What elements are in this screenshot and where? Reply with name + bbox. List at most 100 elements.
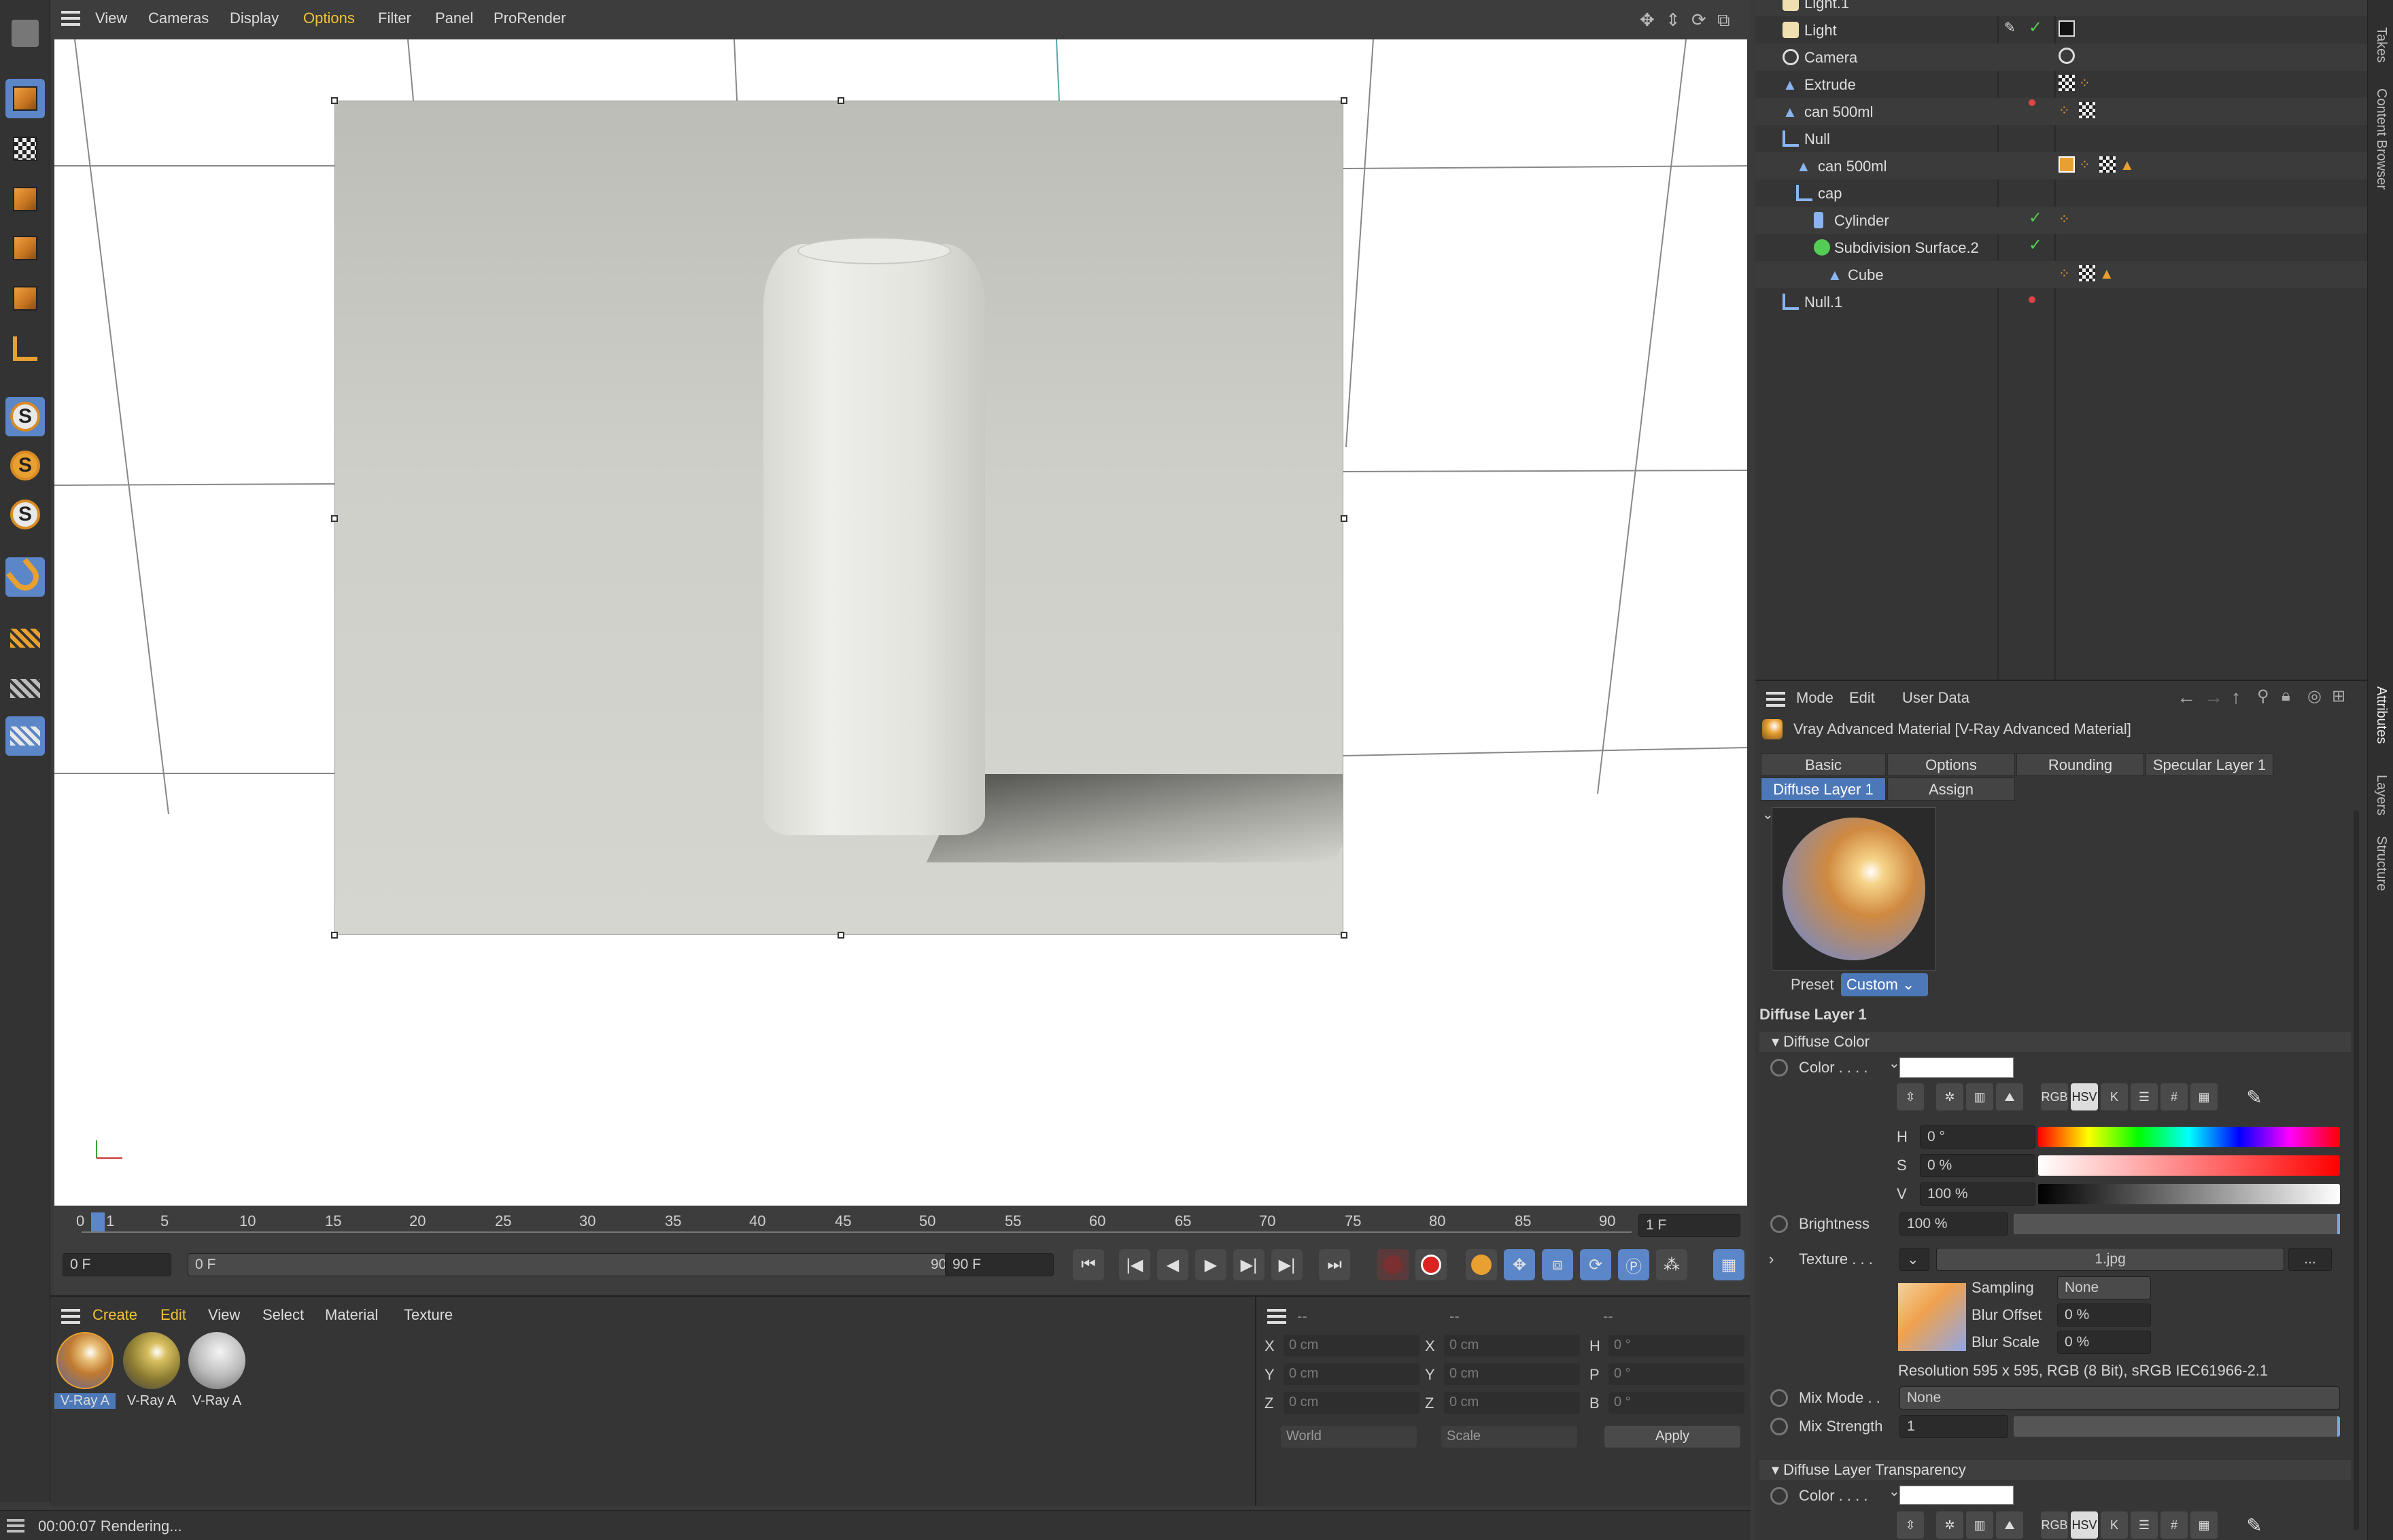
transparency-group[interactable]: ▾ Diffuse Layer Transparency xyxy=(1759,1460,2351,1480)
keyframe-radio[interactable] xyxy=(1770,1418,1788,1435)
scale-z-field[interactable]: 0 cm xyxy=(1444,1392,1580,1414)
kelvin-mode-button[interactable]: K xyxy=(2101,1083,2128,1110)
autokey-icon[interactable] xyxy=(1415,1249,1447,1280)
texture-menu-button[interactable]: ⌄ xyxy=(1899,1248,1929,1271)
new-panel-icon[interactable]: ⊞ xyxy=(2332,686,2345,706)
position-y-field[interactable]: 0 cm xyxy=(1284,1363,1419,1385)
color-swatch[interactable] xyxy=(1899,1057,2014,1078)
frame-handle[interactable] xyxy=(838,932,844,939)
sampling-dropdown[interactable]: None xyxy=(2057,1276,2151,1299)
menu-view[interactable]: View xyxy=(95,10,127,27)
blur-offset-field[interactable]: 0 % xyxy=(2057,1303,2151,1327)
object-name[interactable]: Light.1 xyxy=(1804,0,1849,12)
end-frame-field[interactable]: 90 F xyxy=(945,1253,1054,1276)
check-icon[interactable]: ✓ xyxy=(2029,18,2042,37)
keyframe-radio[interactable] xyxy=(1770,1059,1788,1077)
attr-menu-user-data[interactable]: User Data xyxy=(1902,689,1969,707)
viewport[interactable] xyxy=(54,39,1747,1206)
image-picker-icon[interactable]: ⛰ xyxy=(1996,1083,2023,1110)
check-icon[interactable]: ✓ xyxy=(2029,235,2042,255)
tab-layers[interactable]: Layers xyxy=(2373,775,2389,816)
swatches-icon[interactable]: ▦ xyxy=(2190,1083,2218,1110)
mat-menu-texture[interactable]: Texture xyxy=(404,1306,453,1324)
value-slider[interactable] xyxy=(2038,1184,2340,1204)
value-field[interactable]: 100 % xyxy=(1920,1183,2035,1206)
snap-s-orange-icon[interactable]: S xyxy=(5,446,45,485)
chevron-down-icon[interactable]: ⌄ xyxy=(1889,1483,1900,1500)
texture-tag-icon[interactable] xyxy=(2079,265,2095,281)
maximize-view-icon[interactable]: ⧉ xyxy=(1717,10,1730,31)
frame-range-bar[interactable]: 0 F 90 F xyxy=(188,1253,969,1276)
parameter-key-icon[interactable]: Ⓟ xyxy=(1618,1249,1649,1280)
color-wheel-icon[interactable]: ✲ xyxy=(1936,1083,1963,1110)
hsv-mode-button[interactable]: HSV xyxy=(2071,1511,2098,1539)
mixer-icon[interactable]: ☰ xyxy=(2131,1083,2158,1110)
brightness-slider[interactable] xyxy=(2014,1214,2340,1234)
object-name[interactable]: Subdivision Surface.2 xyxy=(1834,239,1979,257)
prev-key-icon[interactable]: |◀ xyxy=(1119,1249,1150,1280)
attr-menu-edit[interactable]: Edit xyxy=(1849,689,1875,707)
up-arrow-icon[interactable]: ↑ xyxy=(2231,686,2241,708)
record-disabled-icon[interactable] xyxy=(1377,1249,1409,1280)
render-tag-icon[interactable] xyxy=(2059,20,2075,37)
tab-content-browser[interactable]: Content Browser xyxy=(2373,88,2389,190)
object-name[interactable]: Cube xyxy=(1848,266,1884,284)
go-to-start-icon[interactable]: ⏮ xyxy=(1073,1249,1104,1280)
color-picker-compact-icon[interactable]: ⇳ xyxy=(1897,1083,1924,1110)
mix-strength-field[interactable]: 1 xyxy=(1899,1415,2008,1438)
edge-mode-icon[interactable] xyxy=(5,228,45,268)
frame-handle[interactable] xyxy=(1341,932,1347,939)
spectrum-icon[interactable]: ▥ xyxy=(1966,1511,1993,1539)
dot-red-icon[interactable] xyxy=(2029,296,2035,303)
attr-menu-mode[interactable]: Mode xyxy=(1796,689,1834,707)
play-icon[interactable]: ▶ xyxy=(1195,1249,1226,1280)
hex-mode-button[interactable]: # xyxy=(2160,1083,2188,1110)
next-key-icon[interactable]: ▶| xyxy=(1271,1249,1303,1280)
tab-basic[interactable]: Basic xyxy=(1761,753,1886,776)
rotate-view-icon[interactable]: ⟳ xyxy=(1691,10,1706,31)
phong-tag-icon[interactable]: ⁘ xyxy=(2079,156,2095,173)
mat-menu-material[interactable]: Material xyxy=(325,1306,378,1324)
keyframe-selection-icon[interactable] xyxy=(1466,1249,1497,1280)
tab-assign[interactable]: Assign xyxy=(1887,777,2015,801)
frame-handle[interactable] xyxy=(1341,97,1347,104)
color-picker-compact-icon[interactable]: ⇳ xyxy=(1897,1511,1924,1539)
saturation-slider[interactable] xyxy=(2038,1155,2340,1176)
texture-tag-icon[interactable] xyxy=(2059,75,2075,91)
mat-menu-view[interactable]: View xyxy=(208,1306,240,1324)
texture-file-field[interactable]: 1.jpg xyxy=(1936,1248,2284,1271)
position-key-icon[interactable]: ✥ xyxy=(1504,1249,1535,1280)
mat-menu-edit[interactable]: Edit xyxy=(160,1306,186,1324)
menu-panel[interactable]: Panel xyxy=(435,10,473,27)
material-swatch[interactable]: V-Ray A xyxy=(121,1332,182,1414)
object-name[interactable]: can 500ml xyxy=(1804,103,1874,121)
object-name[interactable]: Null xyxy=(1804,130,1830,148)
object-name[interactable]: cap xyxy=(1818,185,1842,203)
rotation-key-icon[interactable]: ⟳ xyxy=(1580,1249,1611,1280)
dot-red-icon[interactable] xyxy=(2029,99,2035,106)
image-picker-icon[interactable]: ⛰ xyxy=(1996,1511,2023,1539)
scale-x-field[interactable]: 0 cm xyxy=(1444,1335,1580,1357)
go-to-end-icon[interactable]: ⏭ xyxy=(1319,1249,1350,1280)
snap-s-icon[interactable]: S xyxy=(5,397,45,436)
check-icon[interactable]: ✓ xyxy=(2029,208,2042,228)
spectrum-icon[interactable]: ▥ xyxy=(1966,1083,1993,1110)
timeline-window-icon[interactable]: ▦ xyxy=(1713,1249,1744,1280)
magnet-icon[interactable] xyxy=(5,557,45,597)
object-name[interactable]: Cylinder xyxy=(1834,212,1889,230)
target-icon[interactable]: ◎ xyxy=(2307,686,2322,706)
lock-workplane-icon[interactable] xyxy=(5,669,45,708)
expand-arrow-icon[interactable]: › xyxy=(1769,1250,1774,1268)
phong-tag-icon[interactable]: ⁘ xyxy=(2059,102,2075,118)
object-name[interactable]: can 500ml xyxy=(1818,158,1887,175)
texture-tag-icon[interactable] xyxy=(2079,102,2095,118)
frame-handle[interactable] xyxy=(331,932,338,939)
frame-handle[interactable] xyxy=(838,97,844,104)
menu-filter[interactable]: Filter xyxy=(378,10,411,27)
hamburger-icon[interactable] xyxy=(1267,1309,1286,1324)
preset-dropdown[interactable]: Custom ⌄ xyxy=(1841,973,1928,996)
timeline[interactable]: 0 1 5 10 15 20 25 30 35 40 45 50 55 60 6… xyxy=(54,1207,1750,1295)
rotation-h-field[interactable]: 0 ° xyxy=(1608,1335,1744,1357)
scale-y-field[interactable]: 0 cm xyxy=(1444,1363,1580,1385)
mix-mode-dropdown[interactable]: None xyxy=(1899,1386,2340,1410)
